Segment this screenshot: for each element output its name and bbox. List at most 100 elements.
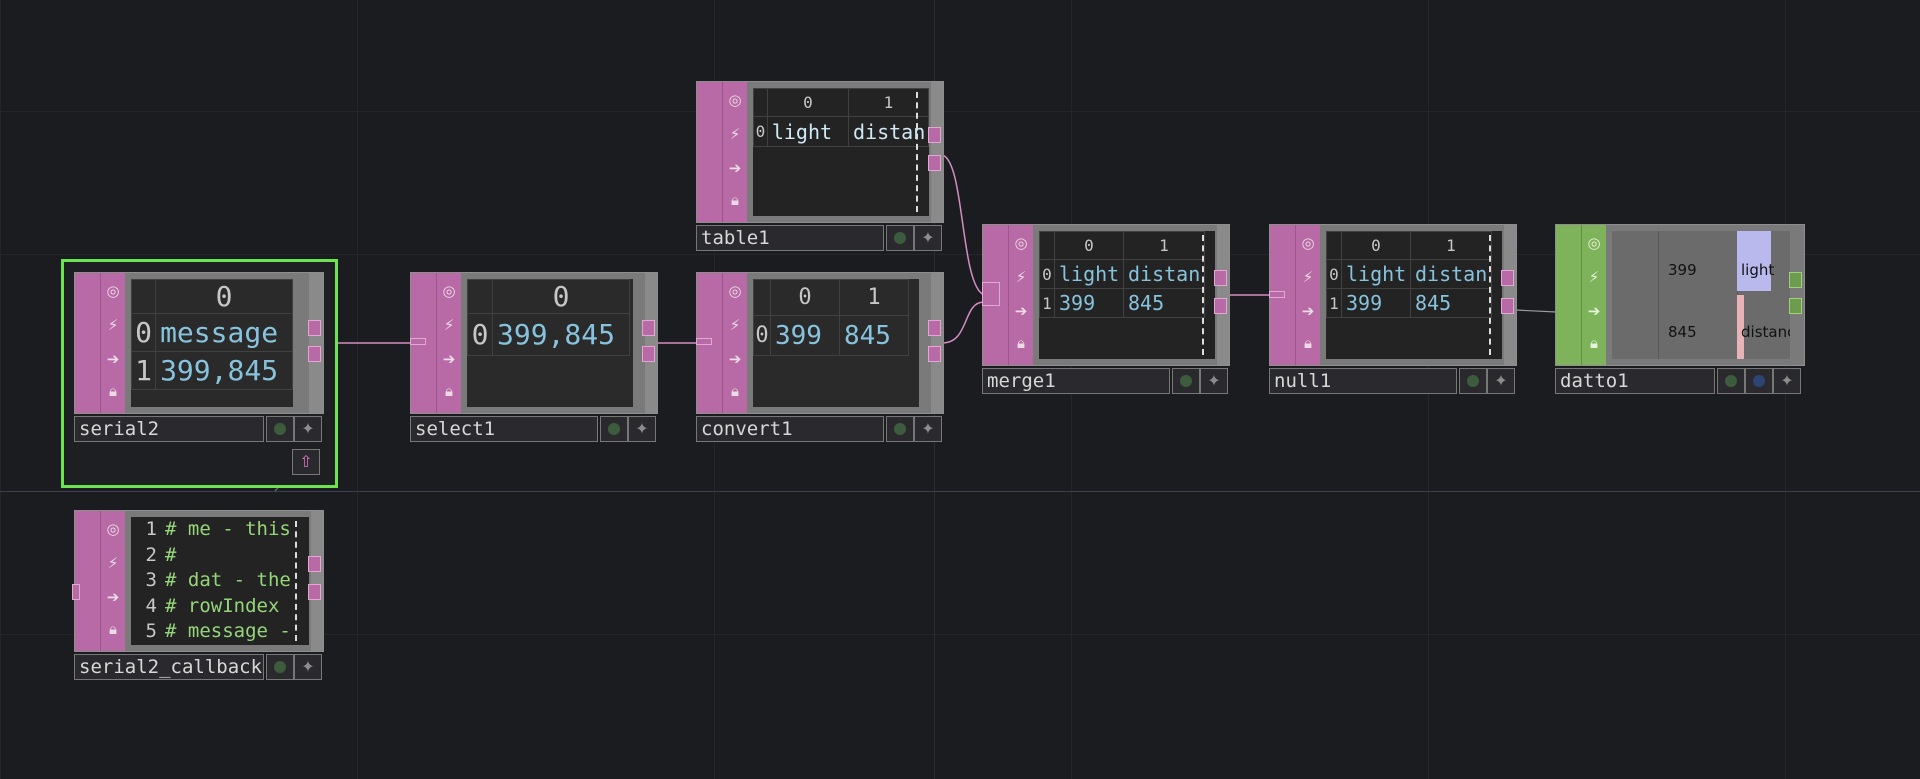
target-icon[interactable]: ◎ [1584, 233, 1604, 253]
star-icon[interactable]: ✦ [628, 416, 656, 442]
lightning-icon[interactable]: ⚡ [1011, 267, 1031, 287]
node-name[interactable]: select1 [410, 416, 598, 442]
lightning-icon[interactable]: ⚡ [725, 315, 745, 335]
lightning-icon[interactable]: ⚡ [1584, 267, 1604, 287]
star-icon[interactable]: ✦ [294, 654, 322, 680]
node-name[interactable]: serial2 [74, 416, 264, 442]
node-name[interactable]: serial2_callbacks [74, 654, 264, 680]
lock-icon[interactable]: 🔒︎ [103, 381, 123, 401]
lock-icon[interactable]: 🔒︎ [439, 381, 459, 401]
target-icon[interactable]: ◎ [103, 519, 123, 539]
input-port[interactable] [1269, 291, 1285, 298]
input-port[interactable] [696, 338, 712, 345]
lock-icon[interactable]: 🔒︎ [1011, 333, 1031, 353]
output-port[interactable] [308, 584, 321, 600]
lightning-icon[interactable]: ⚡ [103, 553, 123, 573]
bar-label: light [1741, 261, 1775, 279]
star-icon[interactable]: ✦ [1487, 368, 1515, 394]
output-port[interactable] [928, 320, 941, 336]
star-icon[interactable]: ✦ [294, 416, 322, 442]
column-header: 0 [766, 88, 849, 117]
node-name[interactable]: table1 [696, 225, 884, 251]
output-port[interactable] [308, 320, 321, 336]
output-port[interactable] [928, 346, 941, 362]
column-header: 0 [492, 279, 630, 314]
input-port[interactable] [72, 584, 80, 600]
input-port[interactable] [982, 282, 1000, 306]
output-port[interactable] [642, 320, 655, 336]
star-icon[interactable]: ✦ [1773, 368, 1801, 394]
viewer-flag-icon[interactable] [266, 416, 294, 442]
output-port[interactable] [1501, 270, 1514, 286]
node-name[interactable]: merge1 [982, 368, 1170, 394]
output-port[interactable] [642, 346, 655, 362]
output-port[interactable] [1789, 272, 1802, 288]
output-port[interactable] [1789, 298, 1802, 314]
viewer-flag-icon[interactable] [1459, 368, 1487, 394]
output-port[interactable] [928, 127, 941, 143]
target-icon[interactable]: ◎ [103, 281, 123, 301]
star-icon[interactable]: ✦ [914, 225, 942, 251]
output-port[interactable] [1214, 298, 1227, 314]
output-port[interactable] [928, 155, 941, 171]
table-cell: 399,845 [155, 351, 293, 390]
row-index: 0 [131, 313, 157, 352]
table-cell: light [1054, 259, 1124, 289]
lock-icon[interactable]: 🔒︎ [1298, 333, 1318, 353]
arrow-right-icon[interactable]: ➔ [1584, 301, 1604, 321]
row-index: 0 [1039, 259, 1055, 289]
display-flag-icon[interactable] [1745, 368, 1773, 394]
lightning-icon[interactable]: ⚡ [1298, 267, 1318, 287]
lock-icon[interactable]: 🔒︎ [1584, 333, 1604, 353]
table-cell: 399 [1341, 288, 1411, 318]
viewer-flag-icon[interactable] [266, 654, 294, 680]
lightning-icon[interactable]: ⚡ [439, 315, 459, 335]
target-icon[interactable]: ◎ [439, 281, 459, 301]
star-icon[interactable]: ✦ [1200, 368, 1228, 394]
table-cell: 845 [839, 315, 909, 356]
bar-value: 845 [1668, 323, 1697, 341]
target-icon[interactable]: ◎ [725, 281, 745, 301]
target-icon[interactable]: ◎ [725, 90, 745, 110]
viewer-flag-icon[interactable] [1717, 368, 1745, 394]
viewer-flag-icon[interactable] [886, 225, 914, 251]
row-index: 1 [1326, 288, 1342, 318]
viewer-flag-icon[interactable] [1172, 368, 1200, 394]
row-index: 0 [753, 116, 768, 147]
table-cell: 845 [1410, 288, 1492, 318]
arrow-right-icon[interactable]: ➔ [439, 349, 459, 369]
arrow-right-icon[interactable]: ➔ [103, 587, 123, 607]
output-port[interactable] [1501, 298, 1514, 314]
table-cell: 399 [1054, 288, 1124, 318]
arrow-right-icon[interactable]: ➔ [725, 158, 745, 178]
output-port[interactable] [308, 556, 321, 572]
node-name[interactable]: convert1 [696, 416, 884, 442]
lock-icon[interactable]: 🔒︎ [725, 190, 745, 210]
bar-viewer: 399 light 845 distance [1612, 231, 1790, 359]
lightning-icon[interactable]: ⚡ [725, 124, 745, 144]
node-name[interactable]: null1 [1269, 368, 1457, 394]
table-cell: light [766, 116, 849, 147]
lock-icon[interactable]: 🔒︎ [725, 381, 745, 401]
bar-label: distance [1741, 323, 1790, 341]
row-index: 0 [753, 315, 771, 356]
arrow-right-icon[interactable]: ➔ [1011, 301, 1031, 321]
viewer-flag-icon[interactable] [886, 416, 914, 442]
arrow-right-icon[interactable]: ➔ [103, 349, 123, 369]
output-port[interactable] [1214, 270, 1227, 286]
parent-up-icon[interactable]: ⇧ [292, 449, 320, 475]
arrow-right-icon[interactable]: ➔ [725, 349, 745, 369]
table-cell: 399 [770, 315, 840, 356]
output-port[interactable] [308, 346, 321, 362]
node-name[interactable]: datto1 [1555, 368, 1715, 394]
viewer-flag-icon[interactable] [600, 416, 628, 442]
column-header: 1 [1123, 231, 1205, 260]
star-icon[interactable]: ✦ [914, 416, 942, 442]
target-icon[interactable]: ◎ [1011, 233, 1031, 253]
target-icon[interactable]: ◎ [1298, 233, 1318, 253]
arrow-right-icon[interactable]: ➔ [1298, 301, 1318, 321]
lock-icon[interactable]: 🔒︎ [103, 619, 123, 639]
table-cell: 399,845 [492, 313, 630, 356]
input-port[interactable] [410, 338, 426, 345]
lightning-icon[interactable]: ⚡ [103, 315, 123, 335]
